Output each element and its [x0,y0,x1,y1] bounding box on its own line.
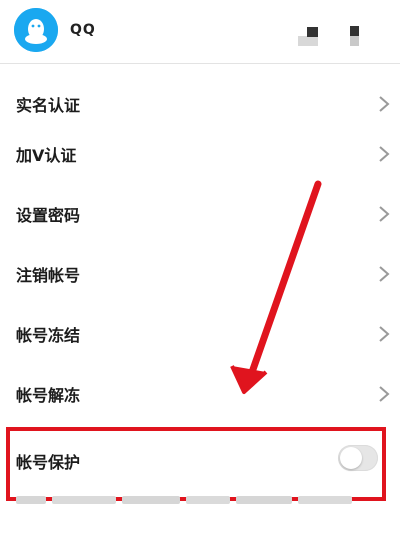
pixelated-area-icon [350,36,359,46]
pixelated-area-icon [350,26,359,36]
app-title: QQ [70,22,96,38]
settings-item-cancel-account[interactable]: 注销帐号 [0,244,400,304]
account-protect-toggle[interactable] [338,445,378,471]
protect-description-blurred [16,493,376,510]
app-header: QQ [0,0,400,64]
chevron-right-icon [378,145,390,163]
chevron-right-icon [378,325,390,343]
settings-item-v-verify[interactable]: 加V认证 [0,124,400,184]
settings-item-label: 加V认证 [16,146,77,165]
chevron-right-icon [378,385,390,403]
settings-item-set-password[interactable]: 设置密码 [0,184,400,244]
settings-list: 实名认证 加V认证 设置密码 注销帐号 帐号冻结 帐号解冻 [0,64,400,424]
settings-item-label: 帐号冻结 [16,326,81,345]
chevron-right-icon [378,265,390,283]
settings-item-label: 设置密码 [16,206,81,225]
settings-item-unfreeze[interactable]: 帐号解冻 [0,364,400,424]
protect-label: 帐号保护 [16,453,81,472]
toggle-knob [340,447,362,469]
pixelated-area-icon [298,36,318,46]
chevron-right-icon [378,95,390,113]
qq-logo-icon[interactable] [14,8,58,52]
settings-item-freeze[interactable]: 帐号冻结 [0,304,400,364]
chevron-right-icon [378,205,390,223]
settings-item-label: 注销帐号 [16,266,81,285]
settings-item-label: 实名认证 [16,96,81,115]
pixelated-area-icon [307,27,318,37]
settings-item-label: 帐号解冻 [16,386,81,405]
